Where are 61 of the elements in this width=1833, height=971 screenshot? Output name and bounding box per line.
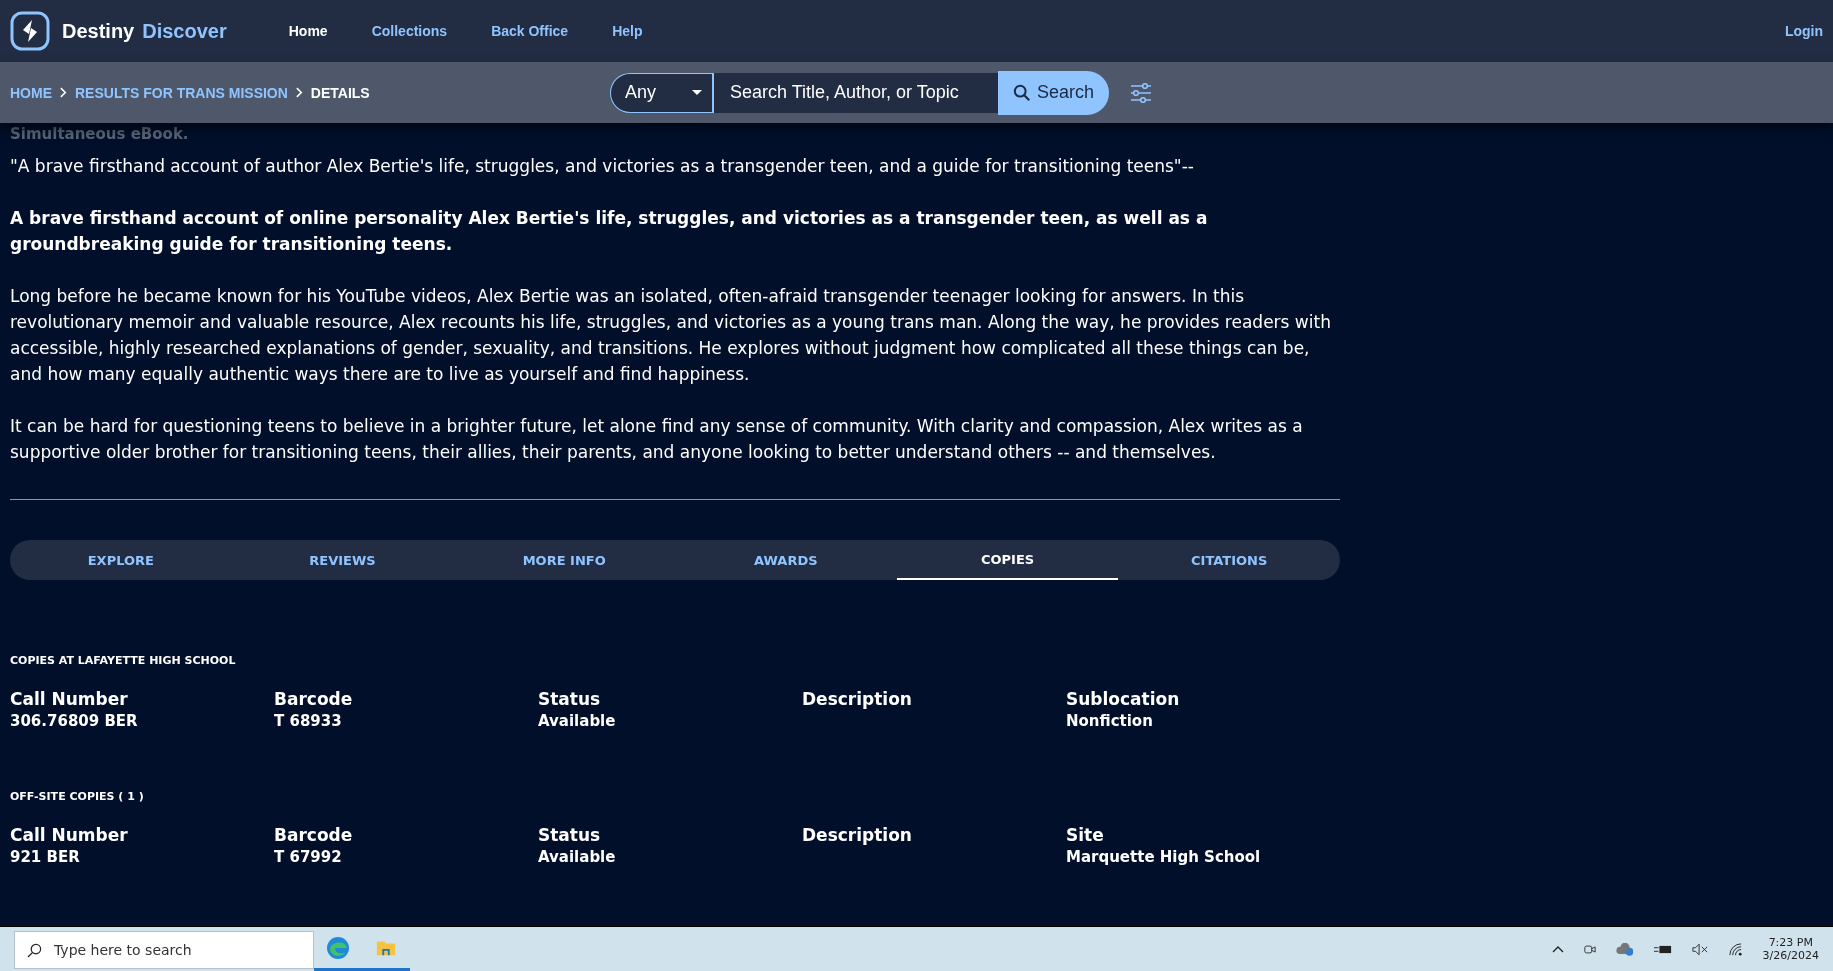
column-header: Status [538,825,602,845]
filter-icon[interactable] [1129,81,1154,104]
column-header: Barcode [274,689,354,709]
nav-link[interactable]: Collections [371,23,448,39]
search-field[interactable]: Search Title, Author, or Topic [714,72,998,113]
wifi-icon[interactable] [1727,941,1743,957]
tab[interactable]: AWARDS [675,540,897,580]
tab[interactable]: COPIES [896,540,1119,580]
battery-icon[interactable] [1653,943,1672,955]
column-header: Call Number [10,825,129,845]
section-title: COPIES AT LAFAYETTE HIGH SCHOOL [10,654,237,667]
table-cell: T 68933 [274,712,342,730]
table-cell: T 67992 [274,848,342,866]
table-cell: 306.76809 BER [10,712,138,730]
brand-name: Destiny [62,19,135,43]
description-paragraph: Long before he became known for his YouTube videos, Alex Bertie was an isolated, often-afraid transgender teenager looking for answers. In this revolutionary memoir and valuable resource, Alex recounts his life, struggles, and victories as a young trans man. Along the way, he provides readers with accessible, highly researched explanations of gender, sexuality, and transitions. He explores without judgment how complicated all these things can be, and how many equally authentic ways there are to live as yourself and find happiness. [10,285,1332,386]
tab[interactable]: CITATIONS [1118,540,1341,580]
search-placeholder: Type here to search [54,942,192,958]
description-paragraph: It can be hard for questioning teens to believe in a brighter future, let alone find any sense of community. With clarity and compassion, Alex writes as a supportive older brother for transitioning teens, their allies, their parents, and anyone looking to better understand others -- and themselves. [10,415,1304,464]
nav-link[interactable]: Back Office [491,23,569,39]
chevron-icon [295,87,303,98]
column-header: Barcode [274,825,354,845]
column-header: Sublocation [1066,689,1181,709]
cloud-icon[interactable] [1615,942,1634,956]
clock-date: 3/26/2024 [1762,949,1819,962]
tab[interactable]: MORE INFO [453,540,675,580]
logo-icon [10,11,50,51]
column-header: Description [802,689,913,709]
column-header: Call Number [10,689,129,709]
scope-dropdown[interactable]: Any [610,72,714,113]
table-cell: Nonfiction [1066,712,1153,730]
taskbar-search-field[interactable]: Type here to search [14,931,314,969]
login-link[interactable]: Login [1784,23,1823,39]
tab[interactable]: EXPLORE [10,540,232,580]
column-header: Status [538,689,602,709]
section-title: OFF-SITE COPIES ( 1 ) [10,790,145,803]
description-paragraph: A brave firsthand account of online personality Alex Bertie's life, struggles, and victories as a transgender teen, as well as a groundbreaking guide for transitioning teens. [10,207,1209,256]
search-icon [27,942,42,958]
description-paragraph: "A brave firsthand account of author Alex Bertie's life, struggles, and victories as a transgender teen, and a guide for transitioning teens"-- [10,155,1195,178]
current-page-label: DETAILS [310,84,370,101]
breadcrumb-link[interactable]: RESULTS FOR TRANS MISSION [75,84,288,101]
nav-link[interactable]: Home [288,23,328,39]
browser-icon [326,935,350,960]
table-cell: Available [538,848,616,866]
table-cell: Available [538,712,616,730]
breadcrumb-link[interactable]: HOME [10,84,52,101]
clock-time: 7:23 PM [1768,936,1813,949]
table-cell: 921 BER [10,848,80,866]
table-cell: Marquette High School [1066,848,1261,866]
search-icon [1013,83,1031,102]
tab[interactable]: REVIEWS [231,540,454,580]
description-text: Simultaneous eBook. [10,125,190,141]
column-header: Description [802,825,913,845]
product-name: Discover [142,19,227,43]
chevron-icon [60,87,67,98]
nav-link[interactable]: Help [612,23,643,39]
search-button[interactable]: Search [998,70,1110,115]
caret-icon [692,89,702,96]
chevron-up-icon[interactable] [1551,945,1564,953]
speaker-muted-icon[interactable] [1691,942,1708,956]
column-header: Site [1066,825,1105,845]
